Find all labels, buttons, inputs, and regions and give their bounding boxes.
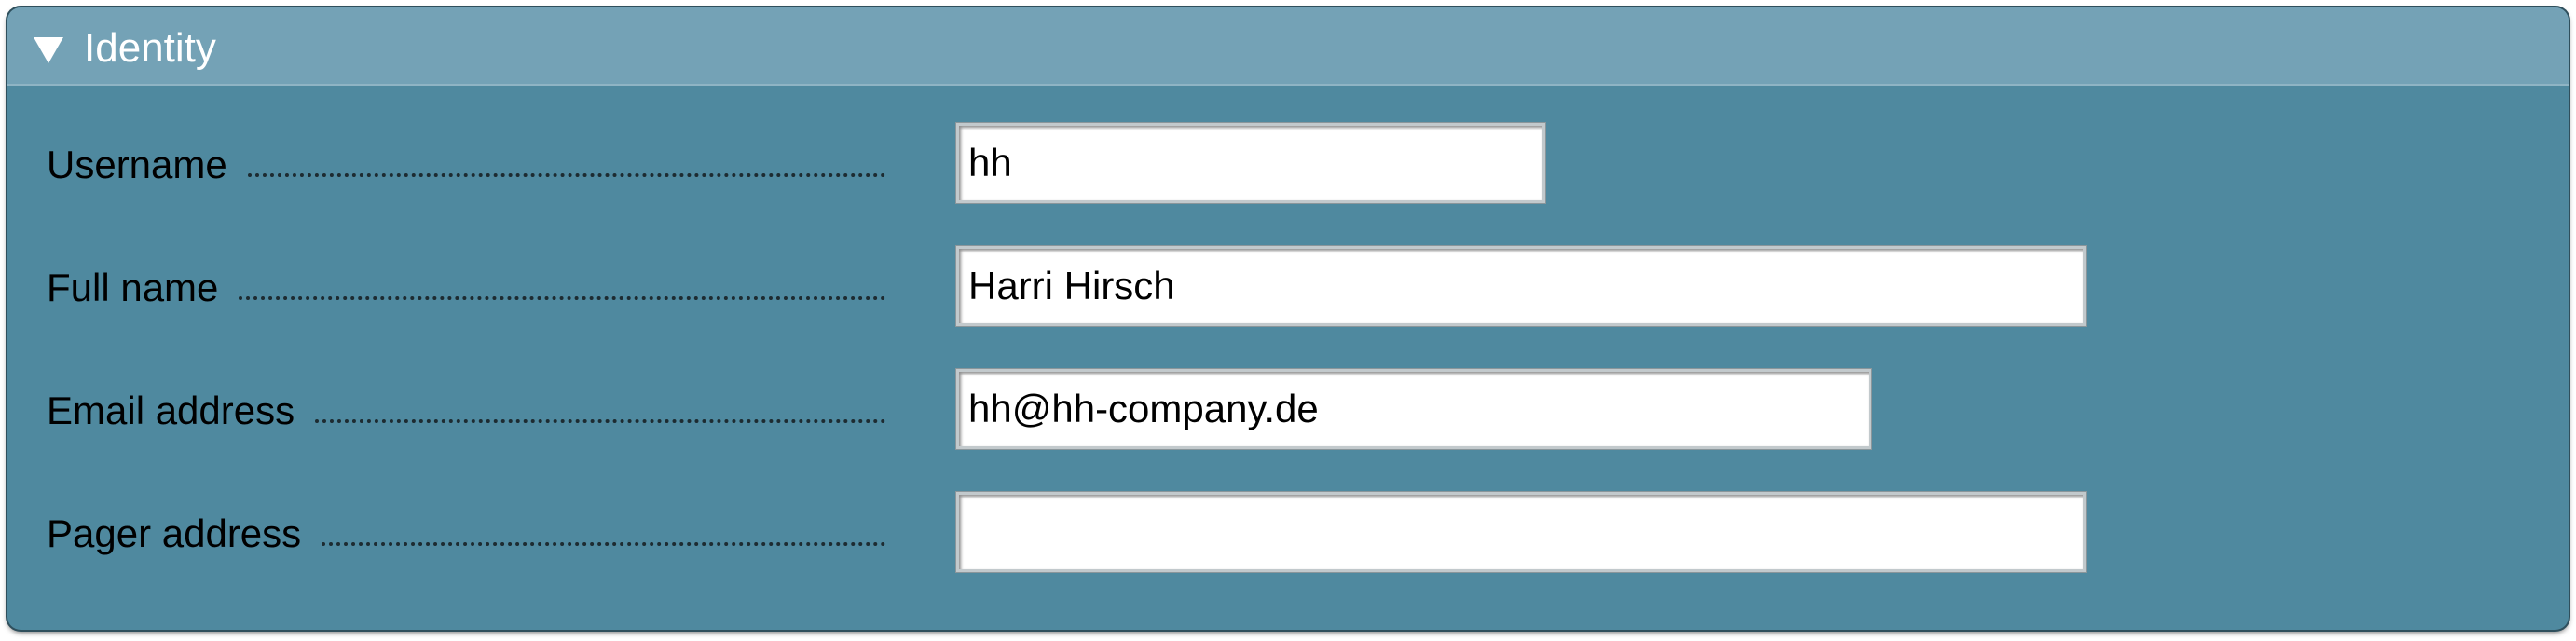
identity-panel: Identity Username Full name Email addres… <box>7 7 2569 630</box>
email-row: Email address <box>7 365 2569 449</box>
pager-label: Pager address <box>47 511 302 555</box>
username-input[interactable] <box>956 123 1545 203</box>
identity-section-header[interactable]: Identity <box>7 7 2569 86</box>
email-input[interactable] <box>956 369 1871 449</box>
full-name-dotted-leader <box>239 296 885 300</box>
username-row: Username <box>7 119 2569 203</box>
pager-input[interactable] <box>956 492 2086 572</box>
pager-dotted-leader <box>322 542 885 546</box>
username-label: Username <box>47 143 227 186</box>
email-label: Email address <box>47 389 295 432</box>
full-name-input[interactable] <box>956 246 2086 326</box>
pager-row: Pager address <box>7 488 2569 572</box>
full-name-label: Full name <box>47 266 219 309</box>
email-dotted-leader <box>315 419 885 423</box>
full-name-row: Full name <box>7 242 2569 326</box>
username-dotted-leader <box>247 173 885 177</box>
section-title: Identity <box>84 25 216 71</box>
triangle-down-icon[interactable] <box>32 35 65 65</box>
